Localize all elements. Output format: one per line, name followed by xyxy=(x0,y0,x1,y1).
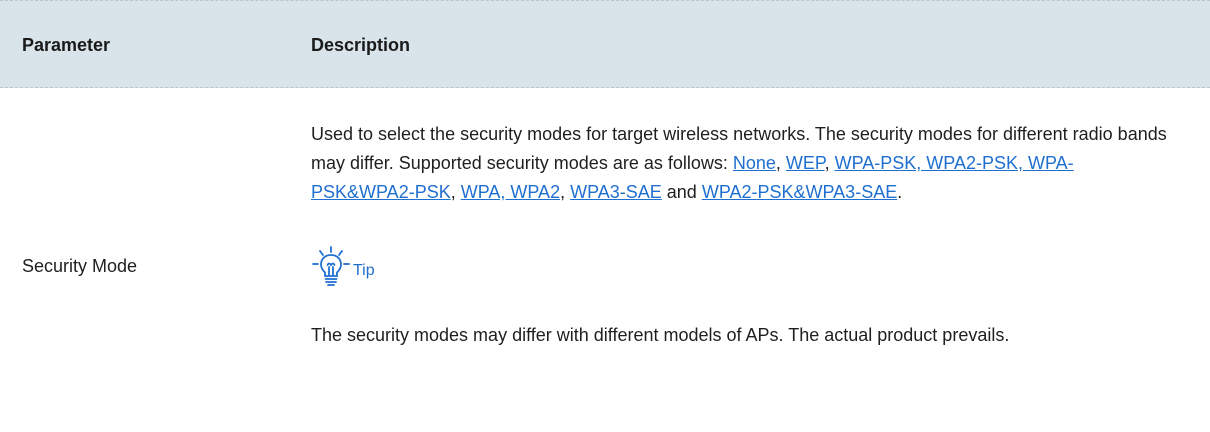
separator: , xyxy=(775,153,786,173)
link-none[interactable]: None xyxy=(733,153,776,173)
separator: , xyxy=(450,182,461,202)
tip-text: The security modes may differ with diffe… xyxy=(311,325,1010,345)
link-wpa3-sae[interactable]: WPA3-SAE xyxy=(570,182,662,202)
lightbulb-icon xyxy=(312,246,350,286)
link-wep[interactable]: WEP xyxy=(786,153,825,173)
tip-label: Tip xyxy=(353,262,375,279)
tip-callout: Tip xyxy=(311,245,375,289)
and-word: and xyxy=(661,182,702,202)
separator: , xyxy=(560,182,571,202)
sentence-end: . xyxy=(897,182,903,202)
link-wpa2-psk-wpa3-sae[interactable]: WPA2-PSK&WPA3-SAE xyxy=(702,182,897,202)
parameter-cell: Security Mode xyxy=(22,256,138,276)
table-header-row: Parameter Description xyxy=(0,0,1210,88)
header-description: Description xyxy=(311,35,411,55)
parameter-table: Parameter Description Security Mode Used… xyxy=(0,0,1210,432)
header-parameter: Parameter xyxy=(22,35,111,55)
description-cell: Used to select the security modes for ta… xyxy=(311,120,1171,345)
link-wpa-wpa2[interactable]: WPA, WPA2 xyxy=(461,182,560,202)
description-paragraph: Used to select the security modes for ta… xyxy=(311,120,1171,207)
separator: , xyxy=(824,153,835,173)
